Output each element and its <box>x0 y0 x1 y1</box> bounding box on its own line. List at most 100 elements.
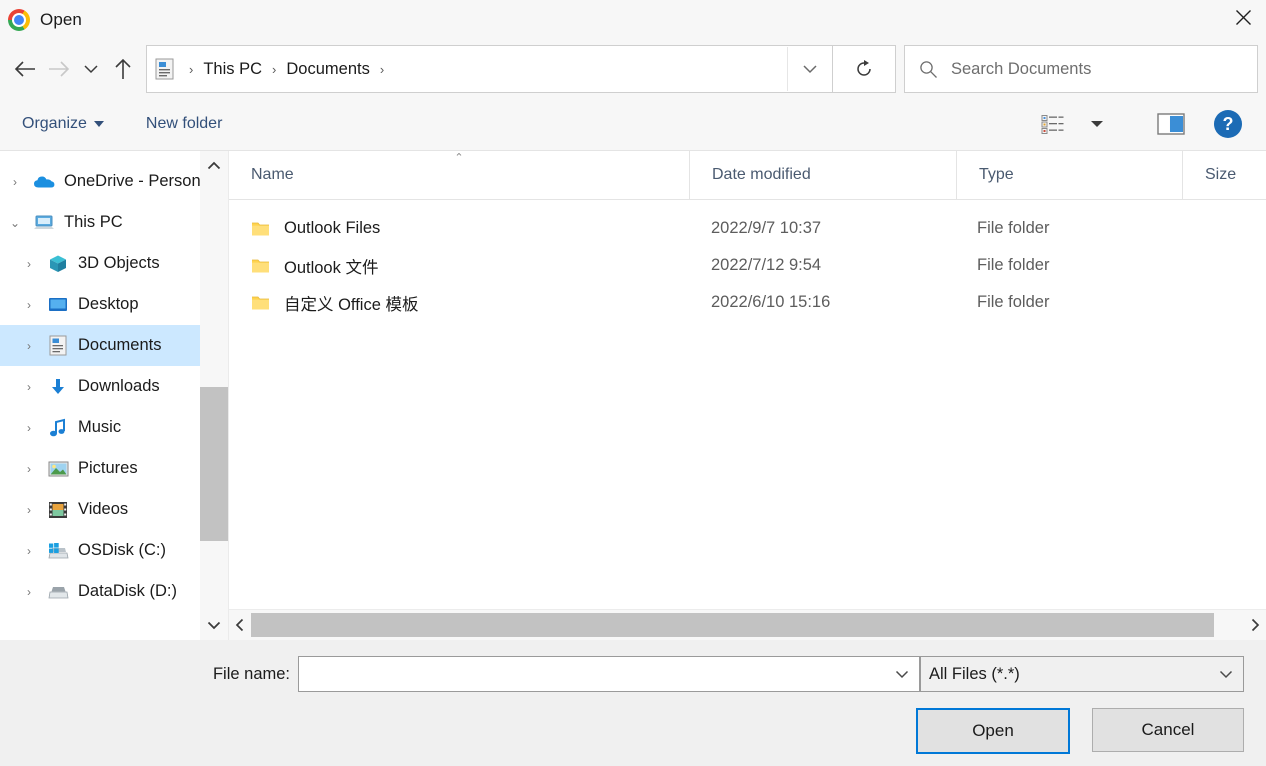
sidebar-item-label: Videos <box>78 500 129 518</box>
title-bar: Open <box>0 0 1266 40</box>
scroll-up-icon[interactable] <box>200 151 228 181</box>
chevron-right-icon[interactable]: › <box>14 257 44 271</box>
search-box[interactable] <box>904 45 1258 93</box>
column-header-label: Name <box>251 166 294 183</box>
table-row[interactable]: Outlook 文件 2022/7/12 9:54 File folder <box>229 247 1266 284</box>
filename-dropdown-chevron-down-icon[interactable] <box>885 657 919 691</box>
sidebar-item-label: OSDisk (C:) <box>78 541 166 559</box>
address-bar[interactable]: › This PC › Documents › <box>146 45 833 93</box>
sidebar-scrollbar[interactable] <box>200 151 228 640</box>
recent-locations-chevron-down-icon[interactable] <box>76 49 106 89</box>
sidebar-item-documents[interactable]: › Documents <box>0 325 228 366</box>
file-list-rows: Outlook Files 2022/9/7 10:37 File folder <box>229 200 1266 609</box>
horizontal-scrollbar-thumb[interactable] <box>251 613 1215 637</box>
chrome-logo-icon <box>8 9 30 31</box>
close-icon[interactable] <box>1220 0 1266 34</box>
chevron-right-icon[interactable]: › <box>14 462 44 476</box>
file-type-filter-dropdown[interactable]: All Files (*.*) <box>920 656 1244 692</box>
sidebar-item-this-pc[interactable]: ⌄ This PC <box>0 202 228 243</box>
sidebar-item-videos[interactable]: › Videos <box>0 489 228 530</box>
sidebar-item-3d-objects[interactable]: › 3D Objects <box>0 243 228 284</box>
desktop-icon <box>44 296 72 314</box>
scroll-left-icon[interactable] <box>229 618 251 632</box>
address-dropdown-chevron-down-icon[interactable] <box>787 47 832 91</box>
breadcrumb-separator-1: › <box>272 61 277 77</box>
sidebar-item-label: Music <box>78 418 122 436</box>
file-type-cell: File folder <box>977 256 1050 274</box>
sidebar-item-onedrive[interactable]: › OneDrive - Person <box>0 161 228 202</box>
file-type-cell: File folder <box>977 293 1050 311</box>
refresh-icon[interactable] <box>833 45 896 93</box>
scroll-down-icon[interactable] <box>200 610 228 640</box>
view-dropdown-chevron-down-icon[interactable] <box>1078 106 1116 142</box>
file-name-label: Outlook 文件 <box>284 258 379 277</box>
cancel-button[interactable]: Cancel <box>1092 708 1244 752</box>
filter-dropdown-chevron-down-icon[interactable] <box>1209 657 1243 691</box>
preview-pane-icon[interactable] <box>1152 106 1190 142</box>
sidebar-scrollbar-track[interactable] <box>200 181 228 610</box>
help-label: ? <box>1222 113 1234 134</box>
horizontal-scrollbar-track[interactable] <box>251 610 1244 640</box>
sidebar-item-music[interactable]: › Music <box>0 407 228 448</box>
table-row[interactable]: Outlook Files 2022/9/7 10:37 File folder <box>229 210 1266 247</box>
file-list-pane: ⌃ Name Date modified Type Size Outlook F… <box>229 151 1266 640</box>
chevron-right-icon[interactable]: › <box>14 544 44 558</box>
chevron-down-icon[interactable]: ⌄ <box>0 216 30 230</box>
breadcrumb-separator-0: › <box>189 61 194 77</box>
new-folder-button[interactable]: New folder <box>136 111 232 137</box>
help-icon[interactable]: ? <box>1214 110 1242 138</box>
filename-input[interactable] <box>299 665 885 683</box>
3d-objects-icon <box>44 254 72 274</box>
sidebar-item-desktop[interactable]: › Desktop <box>0 284 228 325</box>
folder-icon <box>251 221 270 237</box>
breadcrumb-separator-2[interactable]: › <box>372 62 392 77</box>
chevron-right-icon[interactable]: › <box>14 298 44 312</box>
documents-folder-icon <box>147 58 181 80</box>
dialog-buttons: Open Cancel <box>916 708 1244 754</box>
sidebar-item-label: DataDisk (D:) <box>78 582 178 600</box>
sidebar-item-label: Downloads <box>78 377 160 395</box>
sidebar-item-label: Documents <box>78 336 162 354</box>
open-button-label: Open <box>972 721 1014 740</box>
column-header-date-modified[interactable]: Date modified <box>690 151 957 199</box>
chevron-right-icon[interactable]: › <box>14 421 44 435</box>
sidebar-item-label: Pictures <box>78 459 138 477</box>
column-header-name[interactable]: ⌃ Name <box>229 151 690 199</box>
file-date-cell: 2022/7/12 9:54 <box>711 256 822 274</box>
downloads-icon <box>44 377 72 397</box>
sidebar-item-datadisk-d[interactable]: › DataDisk (D:) <box>0 571 228 612</box>
command-bar: Organize New folder ? <box>0 98 1266 151</box>
back-icon[interactable] <box>8 49 42 89</box>
view-list-icon[interactable] <box>1034 106 1072 142</box>
chevron-right-icon[interactable]: › <box>14 339 44 353</box>
dialog-footer: File name: All Files (*.*) Open Cancel <box>0 640 1266 766</box>
file-type-filter-value: All Files (*.*) <box>929 664 1020 683</box>
file-name-label: 自定义 Office 模板 <box>284 295 419 314</box>
window-title: Open <box>40 10 82 29</box>
chevron-right-icon[interactable]: › <box>14 585 44 599</box>
column-header-label: Size <box>1205 166 1237 183</box>
chevron-right-icon[interactable]: › <box>0 175 30 189</box>
table-row[interactable]: 自定义 Office 模板 2022/6/10 15:16 File folde… <box>229 284 1266 321</box>
column-header-size[interactable]: Size <box>1183 151 1266 199</box>
filename-combobox[interactable] <box>298 656 920 692</box>
sidebar-item-osdisk-c[interactable]: › OSDisk (C:) <box>0 530 228 571</box>
sidebar-scrollbar-thumb[interactable] <box>200 386 228 542</box>
chevron-right-icon[interactable]: › <box>14 380 44 394</box>
breadcrumb-item-documents[interactable]: Documents <box>284 60 371 79</box>
up-icon[interactable] <box>106 49 140 89</box>
scroll-right-icon[interactable] <box>1244 618 1266 632</box>
chevron-right-icon[interactable]: › <box>14 503 44 517</box>
breadcrumb: › This PC › Documents › <box>181 60 787 79</box>
new-folder-label: New folder <box>145 115 223 132</box>
column-header-type[interactable]: Type <box>957 151 1183 199</box>
file-date-cell: 2022/9/7 10:37 <box>711 219 822 237</box>
organize-label: Organize <box>22 115 87 132</box>
file-list-horizontal-scrollbar[interactable] <box>229 609 1266 640</box>
sidebar-item-downloads[interactable]: › Downloads <box>0 366 228 407</box>
open-button[interactable]: Open <box>916 708 1070 754</box>
organize-button[interactable]: Organize <box>12 111 114 137</box>
sidebar-item-pictures[interactable]: › Pictures <box>0 448 228 489</box>
breadcrumb-item-this-pc[interactable]: This PC <box>201 60 264 79</box>
search-input[interactable] <box>951 59 1257 79</box>
